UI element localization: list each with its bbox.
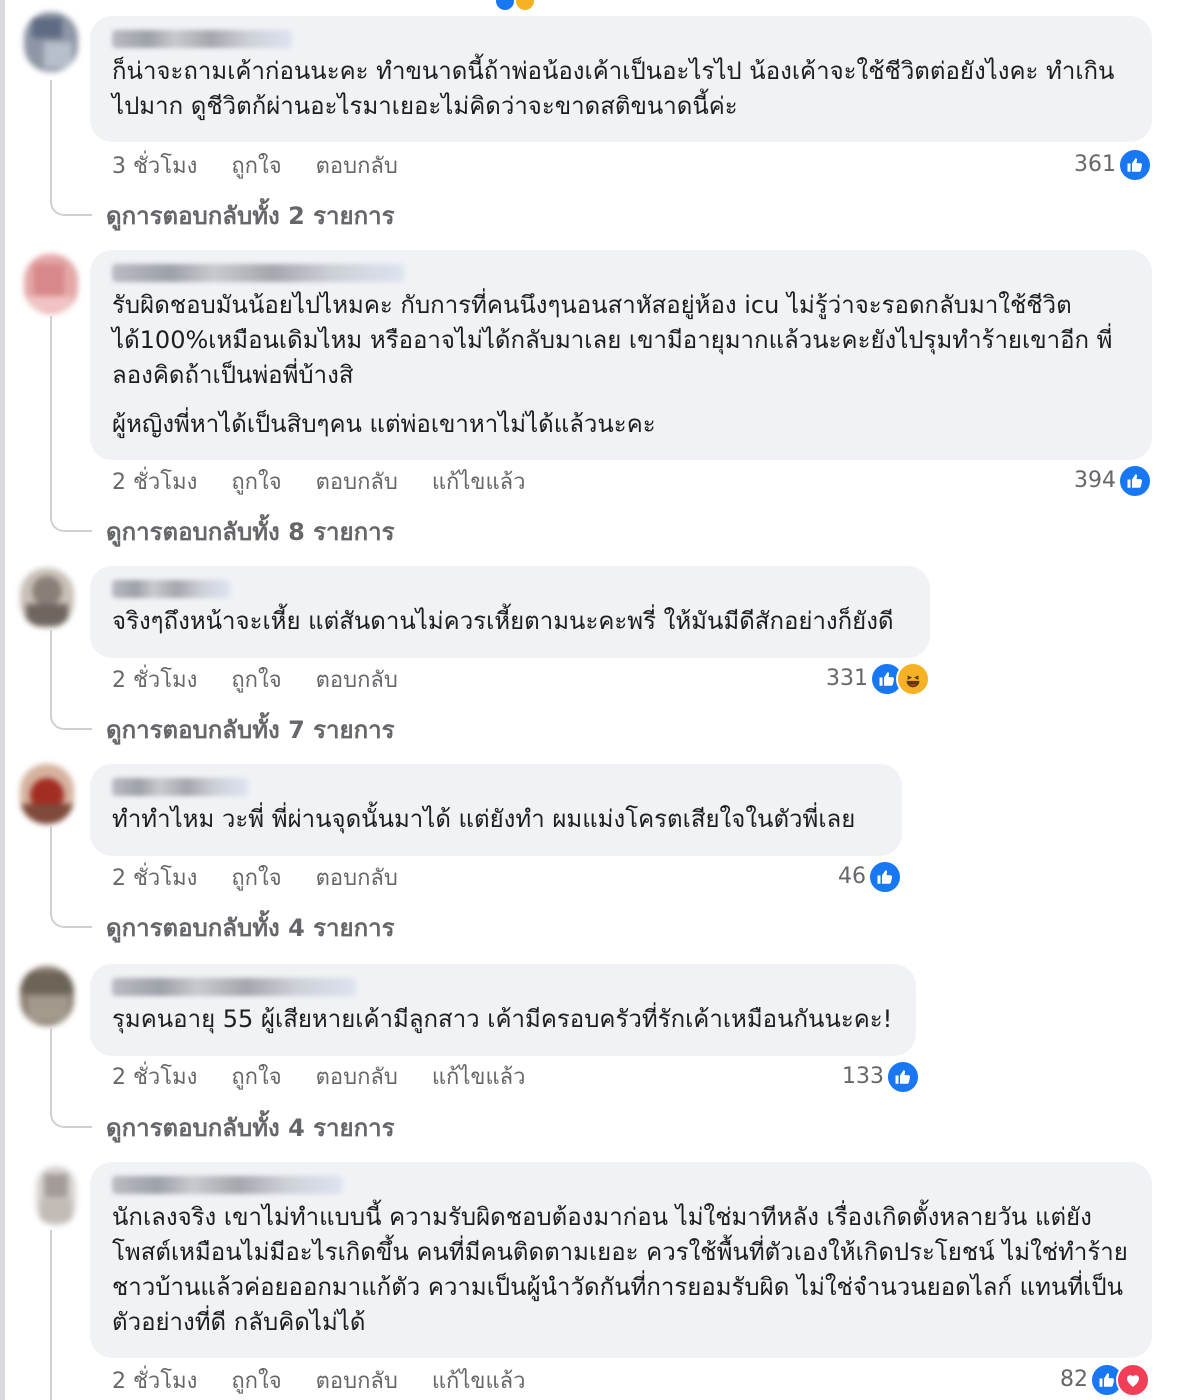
comment-time[interactable]: 2 ชั่วโมง bbox=[112, 668, 197, 693]
avatar[interactable] bbox=[24, 12, 78, 72]
commenter-name-blurred[interactable] bbox=[112, 264, 404, 282]
comment-actions: 2 ชั่วโมง ถูกใจ ตอบกลับ แก้ไขแล้ว bbox=[112, 1367, 559, 1397]
thread-line bbox=[50, 80, 92, 216]
edited-label: แก้ไขแล้ว bbox=[431, 470, 526, 495]
window-left-edge bbox=[0, 0, 5, 1400]
comment-paragraph: ทำทำไหม วะพี่ พี่ผ่านจุดนั้นมาได้ แต่ยัง… bbox=[112, 805, 856, 833]
comment-text: จริงๆถึงหน้าจะเหี้ย แต่สันดานไม่ควรเหี้ย… bbox=[112, 604, 908, 639]
view-replies-link[interactable]: ดูการตอบกลับทั้ง 7 รายการ bbox=[106, 712, 394, 748]
thread-line bbox=[50, 1028, 92, 1128]
thread-line bbox=[50, 316, 92, 532]
comment-time[interactable]: 2 ชั่วโมง bbox=[112, 866, 197, 891]
comment-paragraph: จริงๆถึงหน้าจะเหี้ย แต่สันดานไม่ควรเหี้ย… bbox=[112, 607, 894, 635]
thumbs-up-icon bbox=[886, 1060, 920, 1094]
like-button[interactable]: ถูกใจ bbox=[231, 1369, 281, 1394]
reply-button[interactable]: ตอบกลับ bbox=[316, 1065, 398, 1090]
reaction-count: 331 bbox=[826, 666, 868, 691]
reaction-summary[interactable]: 133 bbox=[842, 1060, 920, 1094]
commenter-name-blurred[interactable] bbox=[112, 30, 292, 48]
commenter-name-blurred[interactable] bbox=[112, 1176, 342, 1194]
like-button[interactable]: ถูกใจ bbox=[231, 1065, 281, 1090]
like-button[interactable]: ถูกใจ bbox=[231, 470, 281, 495]
avatar[interactable] bbox=[20, 568, 74, 628]
thumbs-up-icon bbox=[1118, 464, 1152, 498]
reply-button[interactable]: ตอบกลับ bbox=[316, 668, 398, 693]
comment-actions: 2 ชั่วโมง ถูกใจ ตอบกลับ bbox=[112, 666, 432, 696]
reply-button[interactable]: ตอบกลับ bbox=[316, 470, 398, 495]
comment-paragraph: ก็น่าจะถามเค้าก่อนนะคะ ทำขนาดนี้ถ้าพ่อน้… bbox=[112, 57, 1115, 120]
view-replies-link[interactable]: ดูการตอบกลับทั้ง 4 รายการ bbox=[106, 910, 394, 946]
comment-bubble: จริงๆถึงหน้าจะเหี้ย แต่สันดานไม่ควรเหี้ย… bbox=[90, 566, 930, 658]
heart-icon bbox=[1116, 1363, 1150, 1397]
commenter-name-blurred[interactable] bbox=[112, 778, 248, 796]
comment-time[interactable]: 3 ชั่วโมง bbox=[112, 154, 197, 179]
reaction-summary[interactable]: 46 bbox=[838, 860, 902, 894]
reaction-summary[interactable]: 394 bbox=[1074, 464, 1152, 498]
avatar[interactable] bbox=[36, 1166, 76, 1226]
comment-paragraph: รุมคนอายุ 55 ผู้เสียหายเค้ามีลูกสาว เค้า… bbox=[112, 1005, 893, 1033]
like-button[interactable]: ถูกใจ bbox=[231, 154, 281, 179]
comment-time[interactable]: 2 ชั่วโมง bbox=[112, 1369, 197, 1394]
comment-actions: 2 ชั่วโมง ถูกใจ ตอบกลับ แก้ไขแล้ว bbox=[112, 468, 559, 498]
laughing-face-icon bbox=[896, 662, 930, 696]
previous-reactions-partial bbox=[490, 0, 550, 10]
comment-bubble: รุมคนอายุ 55 ผู้เสียหายเค้ามีลูกสาว เค้า… bbox=[90, 964, 916, 1056]
edited-label: แก้ไขแล้ว bbox=[431, 1369, 526, 1394]
comment-paragraph: นักเลงจริง เขาไม่ทำแบบนี้ ความรับผิดชอบต… bbox=[112, 1203, 1128, 1336]
comment-text: ก็น่าจะถามเค้าก่อนนะคะ ทำขนาดนี้ถ้าพ่อน้… bbox=[112, 54, 1130, 124]
view-replies-link[interactable]: ดูการตอบกลับทั้ง 4 รายการ bbox=[106, 1110, 394, 1146]
comment-actions: 2 ชั่วโมง ถูกใจ ตอบกลับ แก้ไขแล้ว bbox=[112, 1063, 559, 1093]
thread-line bbox=[50, 1230, 92, 1400]
reply-button[interactable]: ตอบกลับ bbox=[316, 1369, 398, 1394]
thread-line bbox=[50, 630, 92, 730]
comment-text: รับผิดชอบมันน้อยไปไหมคะ กับการที่คนนึงๆน… bbox=[112, 288, 1130, 442]
avatar[interactable] bbox=[20, 966, 74, 1026]
view-replies-link[interactable]: ดูการตอบกลับทั้ง 8 รายการ bbox=[106, 514, 394, 550]
comment-actions: 3 ชั่วโมง ถูกใจ ตอบกลับ bbox=[112, 152, 432, 182]
reaction-summary[interactable]: 361 bbox=[1074, 148, 1152, 182]
comment-bubble: รับผิดชอบมันน้อยไปไหมคะ กับการที่คนนึงๆน… bbox=[90, 250, 1152, 460]
reaction-count: 361 bbox=[1074, 152, 1116, 177]
comment-text: นักเลงจริง เขาไม่ทำแบบนี้ ความรับผิดชอบต… bbox=[112, 1200, 1130, 1340]
comment-time[interactable]: 2 ชั่วโมง bbox=[112, 1065, 197, 1090]
reaction-count: 82 bbox=[1060, 1367, 1088, 1392]
comment-bubble: ทำทำไหม วะพี่ พี่ผ่านจุดนั้นมาได้ แต่ยัง… bbox=[90, 764, 902, 856]
commenter-name-blurred[interactable] bbox=[112, 978, 356, 996]
comment-actions: 2 ชั่วโมง ถูกใจ ตอบกลับ bbox=[112, 864, 432, 894]
commenter-name-blurred[interactable] bbox=[112, 580, 230, 598]
comment-text: รุมคนอายุ 55 ผู้เสียหายเค้ามีลูกสาว เค้า… bbox=[112, 1002, 894, 1037]
like-button[interactable]: ถูกใจ bbox=[231, 866, 281, 891]
thumbs-up-icon bbox=[1118, 148, 1152, 182]
reaction-summary[interactable]: 82 bbox=[1060, 1363, 1150, 1397]
reaction-count: 394 bbox=[1074, 468, 1116, 493]
thumbs-up-icon bbox=[868, 860, 902, 894]
avatar[interactable] bbox=[20, 764, 74, 824]
reaction-summary[interactable]: 331 bbox=[826, 662, 930, 696]
reaction-count: 46 bbox=[838, 864, 866, 889]
reply-button[interactable]: ตอบกลับ bbox=[316, 866, 398, 891]
view-replies-link[interactable]: ดูการตอบกลับทั้ง 2 รายการ bbox=[106, 198, 394, 234]
like-button[interactable]: ถูกใจ bbox=[231, 668, 281, 693]
thread-line bbox=[50, 826, 92, 928]
reaction-count: 133 bbox=[842, 1064, 884, 1089]
avatar[interactable] bbox=[24, 254, 78, 314]
comment-time[interactable]: 2 ชั่วโมง bbox=[112, 470, 197, 495]
comment-text: ทำทำไหม วะพี่ พี่ผ่านจุดนั้นมาได้ แต่ยัง… bbox=[112, 802, 880, 837]
edited-label: แก้ไขแล้ว bbox=[431, 1065, 526, 1090]
comment-bubble: ก็น่าจะถามเค้าก่อนนะคะ ทำขนาดนี้ถ้าพ่อน้… bbox=[90, 16, 1152, 142]
comment-paragraph: รับผิดชอบมันน้อยไปไหมคะ กับการที่คนนึงๆน… bbox=[112, 291, 1113, 389]
comment-paragraph: ผู้หญิงพี่หาได้เป็นสิบๆคน แต่พ่อเขาหาไม่… bbox=[112, 410, 656, 438]
comment-bubble: นักเลงจริง เขาไม่ทำแบบนี้ ความรับผิดชอบต… bbox=[90, 1162, 1152, 1358]
reply-button[interactable]: ตอบกลับ bbox=[316, 154, 398, 179]
